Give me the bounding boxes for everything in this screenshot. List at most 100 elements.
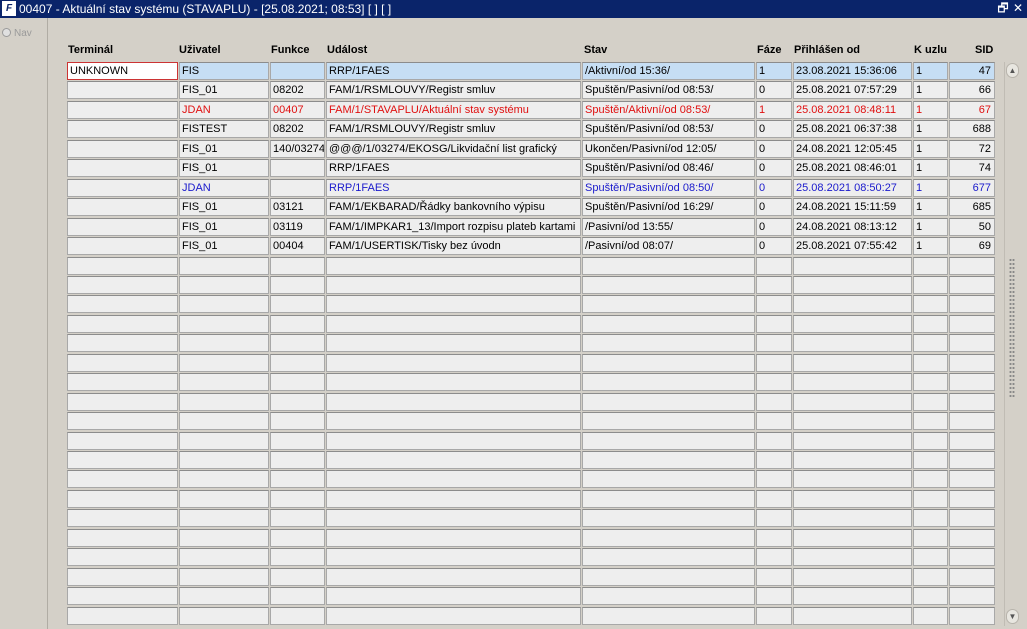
cell-function[interactable]: 03121: [270, 198, 325, 216]
cell-node[interactable]: [913, 276, 948, 294]
cell-node[interactable]: [913, 548, 948, 566]
cell-terminal[interactable]: [67, 101, 178, 119]
cell-phase[interactable]: 0: [756, 198, 792, 216]
cell-state[interactable]: [582, 393, 755, 411]
cell-sid[interactable]: 66: [949, 81, 995, 99]
cell-node[interactable]: [913, 490, 948, 508]
cell-node[interactable]: [913, 607, 948, 625]
cell-state[interactable]: [582, 412, 755, 430]
cell-user[interactable]: [179, 529, 269, 547]
close-icon[interactable]: ✕: [1011, 1, 1025, 16]
cell-function[interactable]: [270, 509, 325, 527]
cell-sid[interactable]: [949, 334, 995, 352]
cell-sid[interactable]: [949, 587, 995, 605]
cell-event[interactable]: [326, 548, 581, 566]
cell-node[interactable]: [913, 529, 948, 547]
column-header-sid[interactable]: SID: [975, 44, 993, 56]
cell-user[interactable]: FIS_01: [179, 198, 269, 216]
cell-state[interactable]: [582, 529, 755, 547]
cell-event[interactable]: [326, 315, 581, 333]
cell-logged-since[interactable]: [793, 257, 912, 275]
empty-table-row[interactable]: [0, 587, 1000, 605]
cell-user[interactable]: FIS_01: [179, 81, 269, 99]
cell-phase[interactable]: [756, 393, 792, 411]
cell-user[interactable]: JDAN: [179, 101, 269, 119]
scroll-up-arrow-icon[interactable]: ▲: [1006, 63, 1019, 78]
table-row[interactable]: FIS_01 140/03274 @@@/1/03274/EKOSG/Likvida…: [0, 140, 1000, 158]
cell-user[interactable]: [179, 334, 269, 352]
cell-logged-since[interactable]: [793, 548, 912, 566]
cell-terminal[interactable]: [67, 237, 178, 255]
empty-table-row[interactable]: [0, 548, 1000, 566]
cell-user[interactable]: FIS_01: [179, 237, 269, 255]
cell-phase[interactable]: [756, 315, 792, 333]
cell-terminal[interactable]: [67, 198, 178, 216]
cell-event[interactable]: FAM/1/USERTISK/Tisky bez úvodn: [326, 237, 581, 255]
empty-table-row[interactable]: [0, 373, 1000, 391]
cell-user[interactable]: FIS_01: [179, 140, 269, 158]
cell-user[interactable]: [179, 509, 269, 527]
cell-function[interactable]: [270, 393, 325, 411]
cell-event[interactable]: [326, 568, 581, 586]
cell-function[interactable]: [270, 62, 325, 80]
cell-user[interactable]: FIS: [179, 62, 269, 80]
table-row[interactable]: JDAN 00407 FAM/1/STAVAPLU/Aktuální stav sy…: [0, 101, 1000, 119]
cell-sid[interactable]: [949, 548, 995, 566]
cell-logged-since[interactable]: [793, 529, 912, 547]
cell-state[interactable]: [582, 354, 755, 372]
cell-user[interactable]: [179, 393, 269, 411]
cell-logged-since[interactable]: [793, 315, 912, 333]
cell-logged-since[interactable]: 24.08.2021 08:13:12: [793, 218, 912, 236]
cell-sid[interactable]: [949, 607, 995, 625]
cell-logged-since[interactable]: 25.08.2021 07:55:42: [793, 237, 912, 255]
cell-user[interactable]: [179, 451, 269, 469]
cell-function[interactable]: [270, 373, 325, 391]
cell-node[interactable]: 1: [913, 179, 948, 197]
cell-user[interactable]: [179, 568, 269, 586]
cell-terminal[interactable]: [67, 432, 178, 450]
cell-logged-since[interactable]: 24.08.2021 15:11:59: [793, 198, 912, 216]
cell-logged-since[interactable]: [793, 412, 912, 430]
cell-user[interactable]: [179, 354, 269, 372]
cell-node[interactable]: [913, 412, 948, 430]
cell-function[interactable]: [270, 548, 325, 566]
cell-state[interactable]: Ukončen/Pasivní/od 12:05/: [582, 140, 755, 158]
cell-terminal[interactable]: [67, 81, 178, 99]
cell-event[interactable]: RRP/1FAES: [326, 179, 581, 197]
cell-sid[interactable]: 688: [949, 120, 995, 138]
cell-terminal[interactable]: [67, 373, 178, 391]
cell-sid[interactable]: [949, 432, 995, 450]
cell-node[interactable]: 1: [913, 120, 948, 138]
table-row[interactable]: UNKNOWN FIS RRP/1FAES/Aktivní/od 15:36/1 23…: [0, 62, 1000, 80]
empty-table-row[interactable]: [0, 509, 1000, 527]
cell-logged-since[interactable]: 23.08.2021 15:36:06: [793, 62, 912, 80]
cell-logged-since[interactable]: 25.08.2021 06:37:38: [793, 120, 912, 138]
cell-function[interactable]: 08202: [270, 120, 325, 138]
empty-table-row[interactable]: [0, 354, 1000, 372]
cell-sid[interactable]: 47: [949, 62, 995, 80]
empty-table-row[interactable]: [0, 315, 1000, 333]
cell-terminal[interactable]: [67, 159, 178, 177]
cell-event[interactable]: RRP/1FAES: [326, 159, 581, 177]
cell-logged-since[interactable]: [793, 607, 912, 625]
cell-sid[interactable]: 50: [949, 218, 995, 236]
cell-node[interactable]: 1: [913, 81, 948, 99]
cell-logged-since[interactable]: [793, 373, 912, 391]
cell-phase[interactable]: [756, 587, 792, 605]
cell-function[interactable]: [270, 179, 325, 197]
cell-function[interactable]: [270, 257, 325, 275]
cell-state[interactable]: [582, 509, 755, 527]
cell-logged-since[interactable]: [793, 451, 912, 469]
cell-node[interactable]: 1: [913, 62, 948, 80]
cell-function[interactable]: [270, 159, 325, 177]
cell-function[interactable]: [270, 607, 325, 625]
cell-state[interactable]: [582, 490, 755, 508]
column-header-phase[interactable]: Fáze: [757, 44, 781, 56]
cell-function[interactable]: [270, 276, 325, 294]
cell-event[interactable]: [326, 354, 581, 372]
cell-node[interactable]: [913, 509, 948, 527]
empty-table-row[interactable]: [0, 451, 1000, 469]
cell-node[interactable]: [913, 451, 948, 469]
cell-sid[interactable]: [949, 451, 995, 469]
cell-event[interactable]: [326, 276, 581, 294]
